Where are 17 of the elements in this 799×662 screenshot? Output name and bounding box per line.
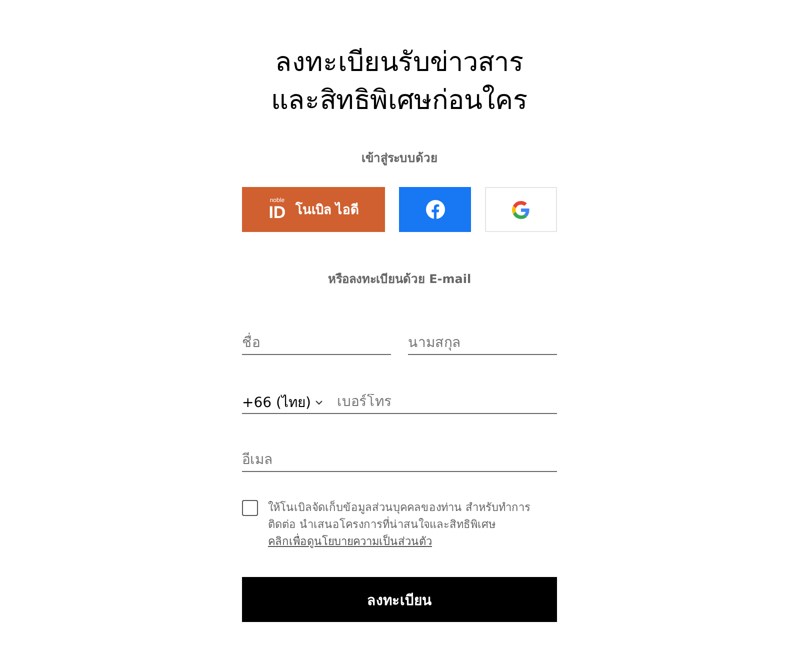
facebook-icon [426,200,444,219]
email-signup-label: หรือลงทะเบียนด้วย E-mail [326,271,472,288]
privacy-policy-link[interactable]: คลิกเพื่อดูนโยบายความเป็นส่วนตัว [268,535,432,548]
email-field[interactable]: อีเมล [242,449,557,472]
last-name-field[interactable]: นามสกุล [408,332,557,355]
page-title: ลงทะเบียนรับข่าวสาร [274,46,525,80]
google-button[interactable] [485,187,557,232]
page-title: และสิทธิพิเศษก่อนใคร [270,84,529,118]
chevron-down-icon [314,400,323,404]
google-icon [512,200,530,218]
facebook-button[interactable] [399,187,471,232]
login-label: เข้าสู่ระบบด้วย [360,150,438,167]
register-button[interactable]: ลงทะเบียน [242,577,557,622]
country-code-select[interactable]: +66 (ไทย) [242,391,337,413]
first-name-field[interactable]: ชื่อ [242,332,391,355]
consent-text: ให้โนเบิลจัดเก็บข้อมูลส่วนบุคคลของท่าน สำหรับทำการติดต่อ นำเสนอโครงการที่น่าสนใจและสิทธิพิเศษ คลิกเพื่อดูนโยบายความเป็นส่วนตัว [268,499,532,550]
consent-checkbox[interactable] [242,500,258,516]
